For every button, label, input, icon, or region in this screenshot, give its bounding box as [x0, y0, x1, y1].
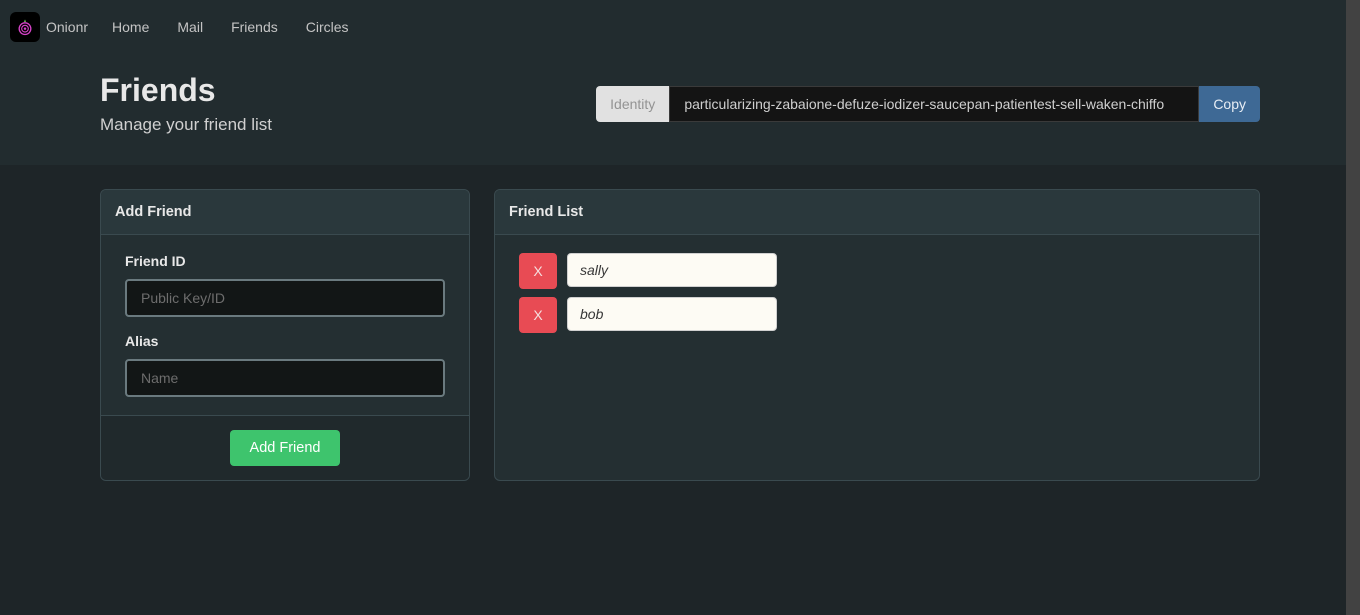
friend-id-input[interactable] — [125, 279, 445, 317]
copy-button[interactable]: Copy — [1199, 86, 1260, 122]
page-subtitle: Manage your friend list — [100, 115, 272, 135]
add-friend-card: Add Friend Friend ID Alias Add Friend — [100, 189, 470, 481]
friend-row: X bob — [519, 297, 1235, 333]
navbar-items: Home Mail Friends Circles — [98, 11, 363, 43]
friend-list-card-header: Friend List — [495, 190, 1259, 235]
scrollbar-track[interactable] — [1346, 0, 1360, 615]
nav-item-home[interactable]: Home — [98, 11, 163, 43]
main-columns: Add Friend Friend ID Alias Add Friend Fr… — [0, 165, 1360, 505]
nav-item-friends[interactable]: Friends — [217, 11, 292, 43]
nav-item-circles[interactable]: Circles — [292, 11, 363, 43]
friend-list-body: X sally X bob — [495, 235, 1259, 359]
identity-group: Identity Copy — [596, 86, 1260, 122]
add-friend-card-header: Add Friend — [101, 190, 469, 235]
navbar: Onionr Home Mail Friends Circles — [0, 0, 1360, 54]
identity-value[interactable] — [669, 86, 1199, 122]
identity-label: Identity — [596, 86, 669, 122]
add-friend-button[interactable]: Add Friend — [230, 430, 341, 466]
delete-friend-button[interactable]: X — [519, 297, 557, 333]
page-title: Friends — [100, 72, 272, 109]
delete-friend-button[interactable]: X — [519, 253, 557, 289]
alias-label: Alias — [125, 333, 445, 349]
navbar-brand-text: Onionr — [46, 19, 88, 35]
friend-alias[interactable]: bob — [567, 297, 777, 331]
friend-list-card: Friend List X sally X bob — [494, 189, 1260, 481]
alias-input[interactable] — [125, 359, 445, 397]
navbar-brand[interactable]: Onionr — [10, 12, 98, 42]
nav-item-mail[interactable]: Mail — [163, 11, 217, 43]
friend-alias[interactable]: sally — [567, 253, 777, 287]
onionr-logo-icon — [10, 12, 40, 42]
page-header: Friends Manage your friend list Identity… — [0, 54, 1360, 165]
friend-row: X sally — [519, 253, 1235, 289]
friend-id-label: Friend ID — [125, 253, 445, 269]
